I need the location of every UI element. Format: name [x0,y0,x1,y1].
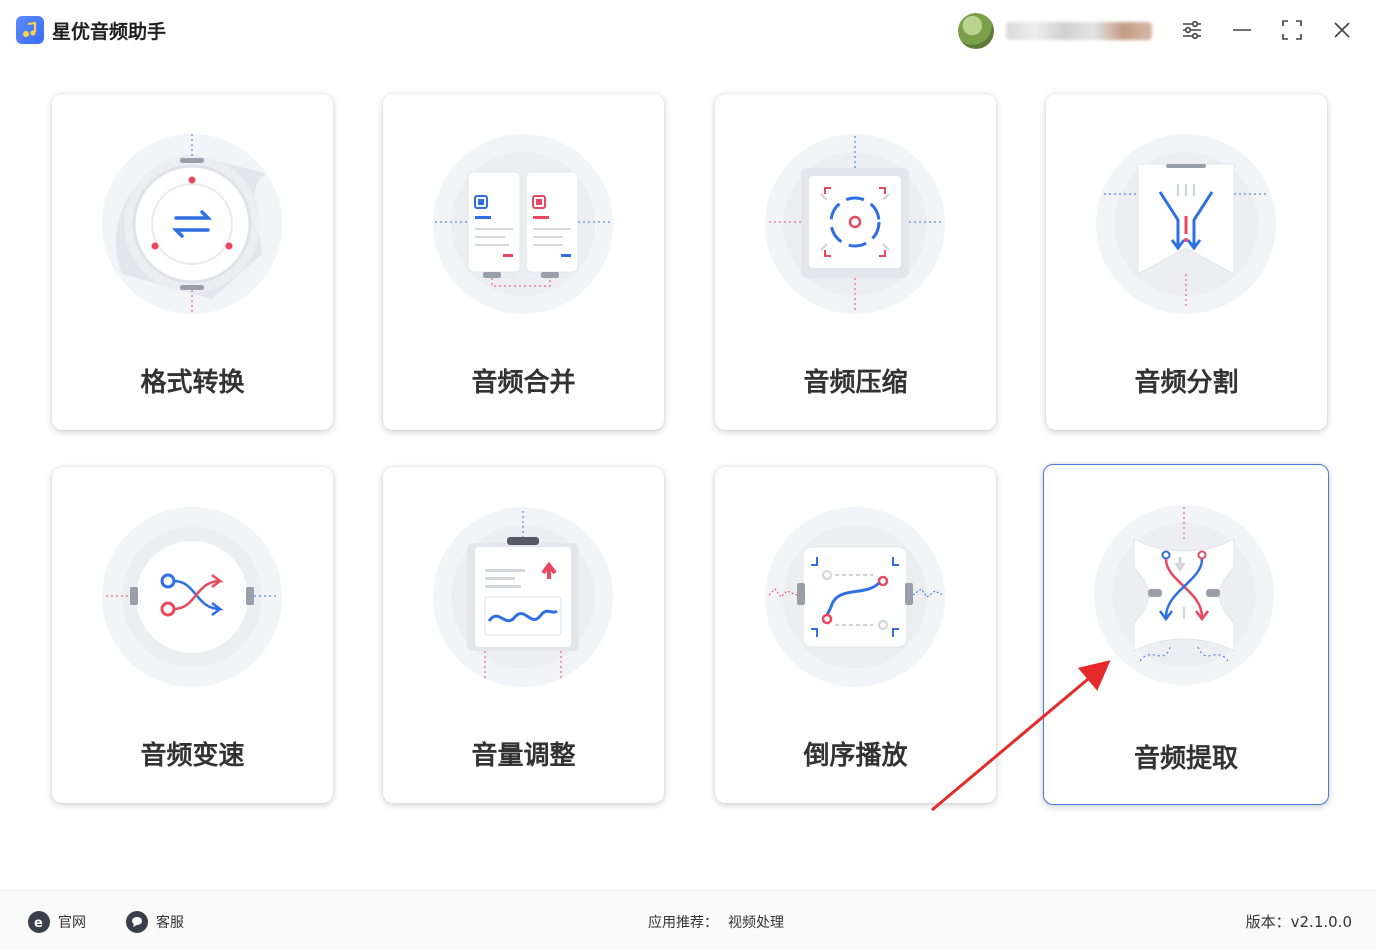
footer-bar: e 官网 客服 应用推荐： 视频处理 版本：v2.1.0.0 [0,890,1376,950]
chat-icon [126,911,148,933]
card-format-convert[interactable]: 格式转换 [52,94,333,430]
video-processing-link[interactable]: 视频处理 [728,915,784,931]
app-logo-icon [16,16,44,44]
close-icon [1334,22,1350,38]
maximize-button[interactable] [1278,16,1306,44]
audio-compress-icon [765,134,945,314]
website-label: 官网 [58,915,86,931]
card-label: 倒序播放 [803,741,908,771]
close-button[interactable] [1328,16,1356,44]
minimize-icon [1233,29,1251,31]
version-label: 版本：v2.1.0.0 [1245,913,1352,931]
svg-text:e: e [34,916,43,929]
website-link[interactable]: e 官网 [28,911,86,933]
support-link[interactable]: 客服 [126,911,184,933]
format-convert-icon [102,134,282,314]
reverse-play-icon [765,507,945,687]
app-recommend: 应用推荐： 视频处理 [648,912,784,932]
recommend-label: 应用推荐： [648,915,718,931]
card-audio-speed[interactable]: 音频变速 [52,467,333,803]
card-audio-extract[interactable]: 音频提取 [1043,464,1329,805]
card-label: 格式转换 [140,368,245,398]
card-audio-split[interactable]: 音频分割 [1046,94,1327,430]
audio-extract-icon [1094,505,1274,685]
minimize-button[interactable] [1228,16,1256,44]
audio-speed-icon [102,507,282,687]
card-audio-merge[interactable]: 音频合并 [383,94,664,430]
card-audio-compress[interactable]: 音频压缩 [715,94,996,430]
card-label: 音频分割 [1134,368,1239,398]
audio-merge-icon [433,134,613,314]
card-label: 音频压缩 [803,368,908,398]
avatar[interactable] [958,13,994,49]
card-label: 音频变速 [140,741,245,771]
settings-button[interactable] [1178,16,1206,44]
card-label: 音量调整 [471,741,576,771]
settings-icon [1183,20,1201,40]
card-reverse-play[interactable]: 倒序播放 [715,467,996,803]
volume-adjust-icon [433,507,613,687]
maximize-icon [1282,20,1302,40]
card-volume-adjust[interactable]: 音量调整 [383,467,664,803]
card-label: 音频提取 [1133,744,1238,774]
title-bar: 星优音频助手 [0,0,1376,60]
username-redacted [1006,22,1152,40]
ie-icon: e [28,911,50,933]
support-label: 客服 [156,915,184,931]
app-title: 星优音频助手 [52,21,167,43]
audio-split-icon [1096,134,1276,314]
card-label: 音频合并 [471,368,576,398]
user-profile[interactable] [958,13,1152,49]
